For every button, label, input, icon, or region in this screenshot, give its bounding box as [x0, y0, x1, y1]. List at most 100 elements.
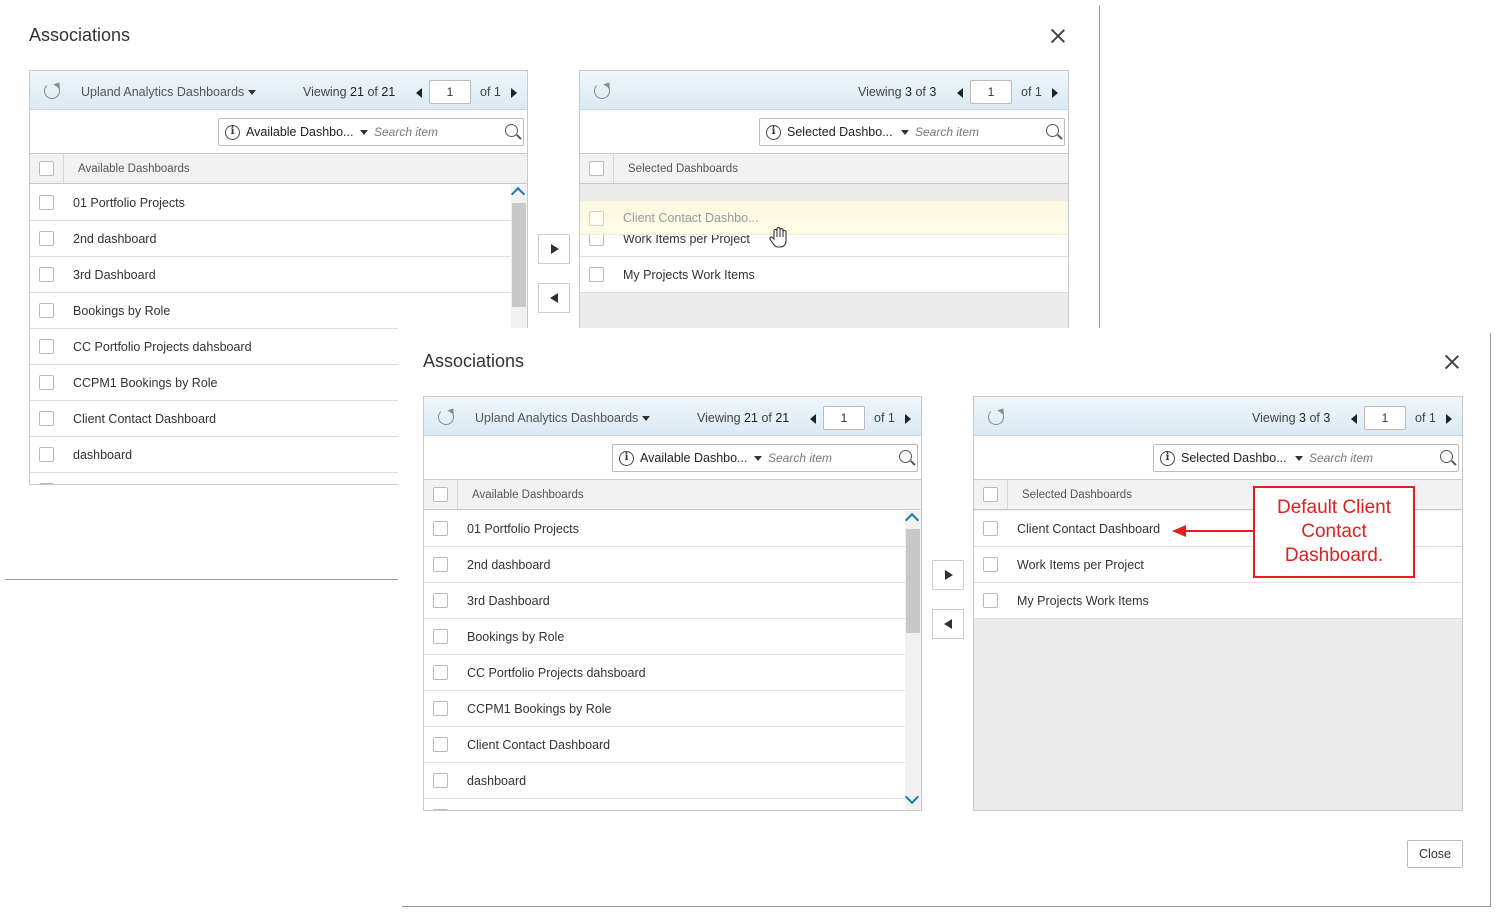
add-selected-button[interactable]: [932, 560, 964, 590]
row-checkbox[interactable]: [433, 809, 448, 810]
prev-page-icon[interactable]: [1351, 414, 1357, 424]
add-selected-button[interactable]: [538, 234, 570, 264]
select-all-checkbox[interactable]: [433, 487, 448, 502]
row-checkbox[interactable]: [39, 195, 54, 210]
list-item[interactable]: Bookings by Role: [424, 619, 905, 655]
page-number-input[interactable]: [1364, 406, 1406, 430]
panel-toolbar: Viewing 3 of 3 of 1: [974, 397, 1462, 436]
scrollbar-thumb[interactable]: [906, 529, 920, 633]
list-item[interactable]: 01 Portfolio Projects: [424, 511, 905, 547]
close-button[interactable]: Close: [1407, 840, 1463, 868]
row-checkbox[interactable]: [433, 701, 448, 716]
search-input[interactable]: [768, 447, 888, 469]
list-item[interactable]: My Projects Work Items: [580, 257, 1068, 293]
row-checkbox[interactable]: [39, 339, 54, 354]
remove-selected-button[interactable]: [538, 283, 570, 313]
page-number-input[interactable]: [429, 80, 471, 104]
chevron-down-icon[interactable]: [754, 456, 762, 461]
front-dialog-edge-right: [1490, 333, 1491, 907]
filter-label: Available Dashbo...: [640, 451, 748, 465]
prev-page-icon[interactable]: [416, 88, 422, 98]
row-checkbox[interactable]: [983, 593, 998, 608]
row-checkbox[interactable]: [39, 267, 54, 282]
prev-page-icon[interactable]: [957, 88, 963, 98]
list-item[interactable]: 2nd dashboard: [424, 547, 905, 583]
list-item[interactable]: My Projects Work Items: [974, 583, 1462, 619]
select-all-checkbox[interactable]: [39, 161, 54, 176]
row-checkbox[interactable]: [39, 447, 54, 462]
list-item[interactable]: Client Contact Dashboard: [424, 727, 905, 763]
list-item[interactable]: 2nd dashboard: [30, 221, 511, 257]
search-icon[interactable]: [1440, 450, 1453, 463]
category-dropdown[interactable]: Upland Analytics Dashboards: [81, 85, 257, 99]
select-all-checkbox[interactable]: [589, 161, 604, 176]
row-checkbox[interactable]: [433, 521, 448, 536]
refresh-icon[interactable]: [438, 409, 454, 425]
close-icon[interactable]: [1049, 27, 1067, 45]
next-page-icon[interactable]: [905, 414, 911, 424]
search-icon[interactable]: [1046, 124, 1059, 137]
viewing-count: Viewing 21 of 21: [697, 411, 790, 425]
scroll-up-icon[interactable]: [510, 186, 526, 202]
info-icon[interactable]: i: [225, 125, 240, 140]
prev-page-icon[interactable]: [810, 414, 816, 424]
select-all-checkbox[interactable]: [983, 487, 998, 502]
search-icon[interactable]: [899, 450, 912, 463]
search-icon[interactable]: [505, 124, 518, 137]
close-icon[interactable]: [1443, 353, 1461, 371]
search-input[interactable]: [374, 121, 494, 143]
info-icon[interactable]: i: [1160, 451, 1175, 466]
row-checkbox[interactable]: [39, 483, 54, 484]
page-number-input[interactable]: [823, 406, 865, 430]
page-number-input[interactable]: [970, 80, 1012, 104]
list-item[interactable]: dashboard: [424, 763, 905, 799]
category-dropdown[interactable]: Upland Analytics Dashboards: [475, 411, 651, 425]
list-item[interactable]: 3rd Dashboard: [424, 583, 905, 619]
chevron-down-icon[interactable]: [1295, 456, 1303, 461]
scrollbar-thumb[interactable]: [512, 203, 526, 307]
scroll-up-icon[interactable]: [904, 512, 920, 528]
refresh-icon[interactable]: [44, 83, 60, 99]
refresh-icon[interactable]: [594, 83, 610, 99]
row-checkbox[interactable]: [39, 303, 54, 318]
scroll-down-icon[interactable]: [904, 789, 920, 805]
row-checkbox[interactable]: [433, 665, 448, 680]
search-input[interactable]: [915, 121, 1035, 143]
row-checkbox[interactable]: [433, 629, 448, 644]
next-page-icon[interactable]: [1446, 414, 1452, 424]
list-item[interactable]: Bookings by Role: [30, 293, 511, 329]
info-icon[interactable]: i: [766, 125, 781, 140]
list-item[interactable]: CCPM1 Bookings by Role: [424, 691, 905, 727]
filter-label: Selected Dashbo...: [787, 125, 893, 139]
row-checkbox[interactable]: [433, 557, 448, 572]
dialog-title: Associations: [423, 351, 525, 371]
refresh-icon[interactable]: [988, 409, 1004, 425]
chevron-down-icon[interactable]: [901, 130, 909, 135]
row-checkbox[interactable]: [433, 737, 448, 752]
list-item[interactable]: 01 Portfolio Projects: [30, 185, 511, 221]
list-item[interactable]: CC Portfolio Projects dahsboard: [424, 655, 905, 691]
column-divider: [457, 480, 458, 509]
scrollbar[interactable]: [904, 511, 921, 810]
row-checkbox[interactable]: [39, 231, 54, 246]
chevron-down-icon[interactable]: [360, 130, 368, 135]
next-page-icon[interactable]: [1052, 88, 1058, 98]
row-checkbox[interactable]: [39, 411, 54, 426]
list-item[interactable]: [424, 799, 905, 810]
next-page-icon[interactable]: [511, 88, 517, 98]
column-divider: [63, 154, 64, 183]
row-checkbox[interactable]: [433, 593, 448, 608]
info-icon[interactable]: i: [619, 451, 634, 466]
list-item[interactable]: 3rd Dashboard: [30, 257, 511, 293]
column-header: Available Dashboards: [30, 154, 527, 184]
remove-selected-button[interactable]: [932, 609, 964, 639]
row-checkbox[interactable]: [433, 773, 448, 788]
page-total: of 1: [1021, 85, 1042, 99]
row-checkbox[interactable]: [983, 557, 998, 572]
row-checkbox[interactable]: [39, 375, 54, 390]
dragging-item[interactable]: Client Contact Dashbo...: [580, 201, 1068, 235]
viewing-count: Viewing 3 of 3: [1252, 411, 1331, 425]
row-checkbox[interactable]: [983, 521, 998, 536]
row-checkbox[interactable]: [589, 267, 604, 282]
search-input[interactable]: [1309, 447, 1429, 469]
